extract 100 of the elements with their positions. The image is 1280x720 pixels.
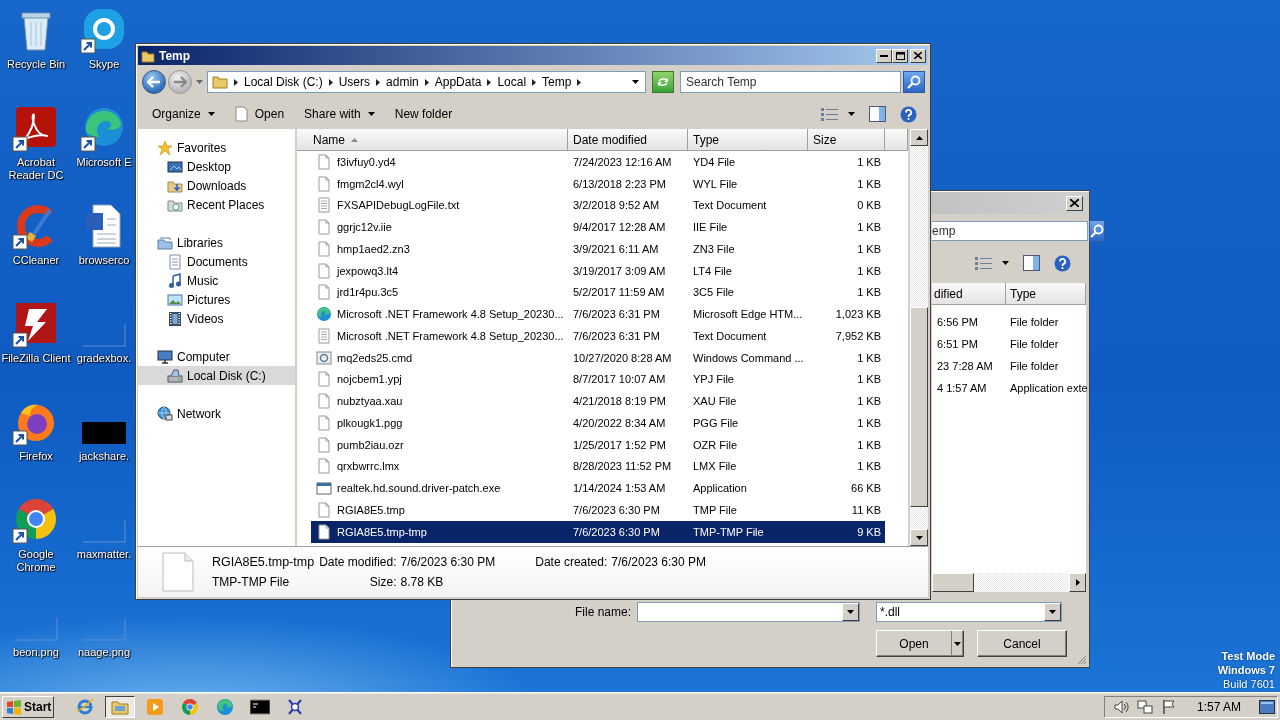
- desktop-icon-label[interactable]: Acrobat Reader DC: [1, 156, 71, 182]
- cancel-button[interactable]: Cancel: [977, 630, 1067, 657]
- chevron-icon[interactable]: [328, 78, 333, 86]
- desktop-icon-label[interactable]: browserco: [78, 254, 130, 267]
- desktop-icon-label[interactable]: Firefox: [19, 450, 53, 463]
- file-row[interactable]: jrd1r4pu.3c5 5/2/2017 11:59 AM 3C5 File 1 KB: [311, 281, 885, 304]
- desktop-icon-label[interactable]: maxmatter.: [76, 548, 132, 561]
- nav-item[interactable]: Recent Places: [138, 195, 295, 214]
- close-button[interactable]: [910, 48, 926, 63]
- desktop-icon-label[interactable]: jackshare.: [78, 450, 130, 463]
- image-thumbnail-icon[interactable]: [82, 422, 126, 444]
- file-type: LMX File: [692, 460, 738, 473]
- chevron-icon[interactable]: [577, 78, 582, 86]
- column-header[interactable]: Name: [297, 129, 568, 151]
- network-icon[interactable]: [1136, 698, 1153, 715]
- file-row[interactable]: RGIA8E5.tmp-tmp 7/6/2023 6:30 PM TMP-TMP File 9 KB: [311, 520, 885, 543]
- desktop-icon-label[interactable]: gradexbox.: [76, 352, 132, 365]
- open-button[interactable]: Open: [876, 630, 964, 657]
- desktop-icon-label[interactable]: CCleaner: [12, 254, 60, 267]
- column-header[interactable]: Date modified: [568, 129, 688, 151]
- file-type-filter[interactable]: *.dll: [876, 602, 1062, 622]
- file-row[interactable]: realtek.hd.sound.driver-patch.exe 1/14/2024 1:53 AM Application 66 KB: [311, 477, 885, 499]
- back-button[interactable]: [142, 70, 166, 94]
- breadcrumb-item[interactable]: Local Disk (C:): [244, 75, 323, 89]
- file-row[interactable]: f3ivfuy0.yd4 7/24/2023 12:16 AM YD4 File 1 KB: [311, 151, 885, 173]
- chevron-icon[interactable]: [424, 78, 429, 86]
- toolbar-button[interactable]: New folder: [386, 104, 461, 124]
- desktop-icon-label[interactable]: naage.png: [78, 646, 130, 659]
- file-name-field[interactable]: [637, 602, 860, 622]
- breadcrumb-item[interactable]: Temp: [542, 75, 572, 89]
- caret-icon: [1049, 610, 1056, 614]
- toolbar-button[interactable]: Open: [226, 103, 293, 125]
- nav-item[interactable]: Music: [138, 271, 295, 290]
- file-row[interactable]: mq2eds25.cmd 10/27/2020 8:28 AM Windows Command ... 1 KB: [311, 346, 885, 369]
- file-row[interactable]: pumb2iau.ozr 1/25/2017 1:52 PM OZR File 1 KB: [311, 433, 885, 456]
- show-desktop-icon[interactable]: [1259, 699, 1275, 714]
- search-field[interactable]: emp: [932, 221, 1088, 241]
- desktop-icon-label[interactable]: Microsoft E: [76, 156, 132, 169]
- nav-item[interactable]: Videos: [138, 309, 295, 328]
- scroll-down-button[interactable]: [910, 529, 928, 546]
- scroll-thumb[interactable]: [910, 307, 928, 507]
- file-row[interactable]: plkougk1.pgg 4/20/2022 8:34 AM PGG File 1 KB: [311, 412, 885, 434]
- dropdown-button[interactable]: [842, 603, 859, 621]
- close-button[interactable]: [1066, 195, 1083, 211]
- nav-item[interactable]: Favorites: [138, 138, 295, 157]
- chevron-icon[interactable]: [376, 78, 381, 86]
- file-row[interactable]: hmp1aed2.zn3 3/9/2021 6:11 AM ZN3 File 1 KB: [311, 238, 885, 260]
- file-row[interactable]: Microsoft .NET Framework 4.8 Setup_20230... 7/6/2023 6:31 PM Text Document 7,952 KB: [311, 325, 885, 347]
- file-row[interactable]: Microsoft .NET Framework 4.8 Setup_20230... 7/6/2023 6:31 PM Microsoft Edge HTM... 1,023 KB: [311, 303, 885, 325]
- speaker-icon[interactable]: [1112, 698, 1129, 715]
- minimize-button[interactable]: [876, 48, 892, 63]
- file-row[interactable]: FXSAPIDebugLogFile.txt 3/2/2018 9:52 AM Text Document 0 KB: [311, 194, 885, 217]
- chevron-icon[interactable]: [532, 78, 537, 86]
- desktop-icon-label[interactable]: FileZilla Client: [1, 352, 71, 365]
- refresh-button[interactable]: [652, 71, 674, 93]
- toolbar-button[interactable]: Share with: [296, 104, 383, 124]
- desktop-icon: [167, 158, 183, 175]
- start-button[interactable]: Start: [2, 695, 54, 718]
- chevron-icon[interactable]: [487, 78, 492, 86]
- file-row[interactable]: nubztyaa.xau 4/21/2018 8:19 PM XAU File 1 KB: [311, 390, 885, 412]
- nav-item[interactable]: Libraries: [138, 233, 295, 252]
- flag-icon[interactable]: [1160, 698, 1177, 715]
- search-button[interactable]: [1089, 220, 1105, 242]
- column-header[interactable]: Type: [688, 129, 808, 151]
- desktop-icon-label[interactable]: Recycle Bin: [6, 58, 66, 71]
- dropdown-button[interactable]: [1044, 603, 1061, 621]
- nav-item[interactable]: Computer: [138, 347, 295, 366]
- nav-item[interactable]: Pictures: [138, 290, 295, 309]
- forward-button[interactable]: [168, 70, 192, 94]
- nav-item[interactable]: Downloads: [138, 176, 295, 195]
- breadcrumb-item[interactable]: AppData: [434, 75, 482, 89]
- search-button[interactable]: [903, 71, 925, 93]
- file-row[interactable]: ggrjc12v.iie 9/4/2017 12:28 AM IIE File 1 KB: [311, 216, 885, 238]
- desktop-icon-label[interactable]: beon.png: [13, 646, 59, 659]
- taskbar-button[interactable]: [105, 695, 135, 718]
- desktop-icon-label[interactable]: Google Chrome: [1, 548, 71, 574]
- breadcrumb-item[interactable]: Users: [338, 75, 371, 89]
- nav-item[interactable]: Local Disk (C:): [138, 366, 295, 385]
- file-row[interactable]: jexpowq3.lt4 3/19/2017 3:09 AM LT4 File 1 KB: [311, 259, 885, 282]
- chevron-icon[interactable]: [234, 78, 238, 86]
- desktop-icon-label[interactable]: Skype: [88, 58, 120, 71]
- nav-item[interactable]: Desktop: [138, 157, 295, 176]
- toolbar-button[interactable]: Organize: [144, 104, 223, 124]
- scroll-thumb[interactable]: [932, 573, 974, 592]
- search-field[interactable]: Search Temp: [680, 71, 901, 93]
- scroll-right-button[interactable]: [1069, 573, 1086, 592]
- column-header[interactable]: Size: [808, 129, 885, 151]
- file-row[interactable]: fmgm2cl4.wyl 6/13/2018 2:23 PM WYL File 1 KB: [311, 172, 885, 195]
- breadcrumb-item[interactable]: admin: [386, 75, 419, 89]
- text-file-icon: [316, 197, 332, 214]
- file-row[interactable]: nojcbem1.ypj 8/7/2017 10:07 AM YPJ File 1 KB: [311, 368, 885, 391]
- nav-item[interactable]: Documents: [138, 252, 295, 271]
- clock[interactable]: 1:57 AM: [1196, 699, 1241, 714]
- file-row[interactable]: qrxbwrrc.lmx 8/28/2023 11:52 PM LMX File 1 KB: [311, 455, 885, 478]
- breadcrumb-item[interactable]: Local: [497, 75, 527, 89]
- maximize-button[interactable]: [892, 48, 908, 63]
- scroll-up-button[interactable]: [910, 129, 928, 146]
- right-arrow-icon: [1075, 579, 1080, 586]
- file-row[interactable]: RGIA8E5.tmp 7/6/2023 6:30 PM TMP File 11 KB: [311, 499, 885, 521]
- nav-item[interactable]: Network: [138, 404, 295, 423]
